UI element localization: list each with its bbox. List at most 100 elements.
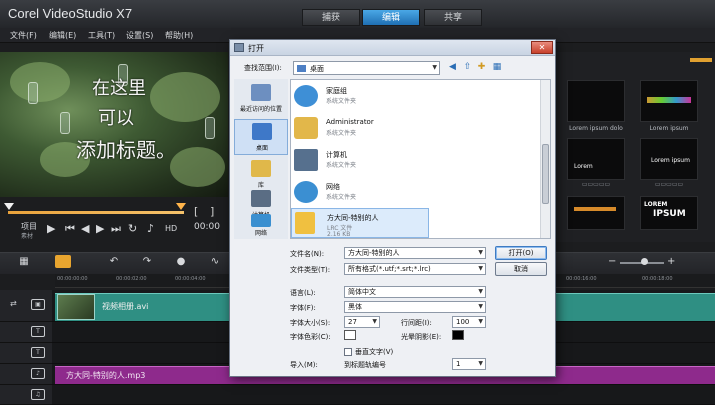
- chevron-down-icon[interactable]: ▼: [478, 287, 483, 297]
- tab-share[interactable]: 共享: [424, 9, 482, 26]
- ruler-tick: 00:00:18:00: [642, 276, 673, 282]
- file-list-scrollbar[interactable]: [540, 80, 550, 238]
- mark-in-button[interactable]: [: [194, 205, 198, 218]
- title-template-3[interactable]: Lorem: [567, 138, 625, 180]
- audio-clip-name: 方大同-特别的人.mp3: [66, 371, 146, 380]
- title-track-number-dropdown[interactable]: 1 ▼: [452, 358, 486, 370]
- view-menu-icon[interactable]: ▦: [490, 62, 504, 73]
- recent-places-icon: [251, 84, 271, 101]
- open-button[interactable]: 打开(O): [495, 246, 547, 260]
- record-capture-icon[interactable]: ●: [174, 256, 188, 268]
- overlay-track-icon[interactable]: T: [31, 326, 45, 337]
- video-clip-thumbnail: [57, 294, 95, 320]
- music-track-icon[interactable]: ♫: [31, 389, 45, 400]
- menu-settings[interactable]: 设置(S): [126, 30, 153, 41]
- list-item-selected[interactable]: 方大同-特别的人 LRC 文件 2.16 KB: [291, 208, 429, 238]
- title-bar: Corel VideoStudio X7 捕获 编辑 共享: [0, 0, 715, 28]
- menu-help[interactable]: 帮助(H): [165, 30, 193, 41]
- chevron-down-icon[interactable]: ▼: [478, 359, 483, 369]
- video-track-icon[interactable]: ▣: [31, 299, 45, 310]
- video-clip-name: 视频相册.avi: [102, 302, 149, 311]
- menu-edit[interactable]: 编辑(E): [49, 30, 76, 41]
- list-item[interactable]: 计算机 系统文件夹: [291, 146, 539, 176]
- line-spacing-dropdown[interactable]: 100 ▼: [452, 316, 486, 328]
- title-template-4[interactable]: Lorem ipsum: [640, 138, 698, 180]
- chevron-down-icon[interactable]: ▼: [478, 264, 483, 274]
- chevron-down-icon[interactable]: ▼: [432, 64, 437, 71]
- title-template-2[interactable]: [640, 80, 698, 122]
- close-icon[interactable]: ✕: [531, 41, 553, 54]
- shadow-color-swatch[interactable]: [452, 330, 464, 340]
- end-icon[interactable]: ⏭: [111, 223, 121, 234]
- font-color-swatch[interactable]: [344, 330, 356, 340]
- file-name: Administrator: [326, 118, 374, 126]
- zoom-slider-handle[interactable]: [641, 258, 648, 265]
- play-icon[interactable]: ▶: [47, 223, 55, 234]
- file-list[interactable]: 家庭组 系统文件夹 Administrator 系统文件夹 计算机 系统文件夹 …: [290, 79, 551, 239]
- place-recent[interactable]: 最近访问的位置: [234, 81, 288, 117]
- app-title: Corel VideoStudio X7: [8, 6, 133, 21]
- undo-icon[interactable]: ↶: [107, 256, 121, 268]
- file-size: 2.16 KB: [327, 231, 351, 238]
- back-icon[interactable]: ◀: [447, 62, 458, 73]
- place-desktop[interactable]: 桌面: [234, 119, 288, 155]
- import-to-title-track-label: 到标题轨编号: [344, 361, 386, 369]
- preview-title-line-1: 在这里: [92, 78, 146, 99]
- filename-field[interactable]: 方大同-特别的人 ▼: [344, 247, 486, 259]
- chevron-down-icon[interactable]: ▼: [372, 317, 377, 327]
- title-template-5[interactable]: [567, 196, 625, 230]
- filetype-dropdown[interactable]: 所有格式(*.utf;*.srt;*.lrc) ▼: [344, 263, 486, 275]
- timeline-view-button[interactable]: [55, 255, 71, 268]
- up-folder-icon[interactable]: ⇧: [462, 62, 473, 73]
- menu-tools[interactable]: 工具(T): [88, 30, 115, 41]
- list-item[interactable]: Administrator 系统文件夹: [291, 114, 539, 144]
- cancel-button[interactable]: 取消: [495, 262, 547, 276]
- clip-mode-label[interactable]: 素材: [21, 231, 33, 240]
- voice-track-icon[interactable]: ♪: [31, 368, 45, 379]
- mark-out-button[interactable]: ]: [210, 205, 214, 218]
- scrubber-start-handle[interactable]: [4, 203, 14, 210]
- prev-frame-icon[interactable]: ◀: [81, 223, 89, 234]
- preview-scrubber[interactable]: [4, 203, 186, 215]
- font-dropdown[interactable]: 黑体 ▼: [344, 301, 486, 313]
- language-label: 语言(L):: [290, 289, 316, 297]
- line-spacing-label: 行间距(I):: [401, 319, 432, 327]
- audio-mixer-icon[interactable]: ∿: [208, 256, 222, 268]
- place-label: 最近访问的位置: [239, 106, 282, 113]
- title-template-6[interactable]: LOREM IPSUM: [640, 196, 698, 230]
- scrollbar-thumb[interactable]: [542, 144, 549, 204]
- menu-file[interactable]: 文件(F): [10, 30, 37, 41]
- chevron-down-icon[interactable]: ▼: [478, 317, 483, 327]
- zoom-out-icon[interactable]: −: [608, 256, 616, 267]
- hd-toggle[interactable]: HD: [165, 224, 177, 233]
- zoom-in-icon[interactable]: +: [667, 256, 675, 267]
- tab-capture[interactable]: 捕获: [302, 9, 360, 26]
- storyboard-view-icon[interactable]: ▦: [17, 256, 31, 268]
- title-template-1[interactable]: [567, 80, 625, 122]
- repeat-icon[interactable]: ↻: [128, 223, 137, 234]
- language-dropdown[interactable]: 简体中文 ▼: [344, 286, 486, 298]
- next-frame-icon[interactable]: ▶: [96, 223, 104, 234]
- chevron-down-icon[interactable]: ▼: [478, 248, 483, 258]
- new-folder-icon[interactable]: ✚: [476, 62, 487, 73]
- music-track-lane[interactable]: [52, 385, 715, 405]
- home-icon[interactable]: ⏮: [65, 223, 75, 234]
- look-in-value: 桌面: [310, 65, 324, 73]
- look-in-dropdown[interactable]: 桌面 ▼: [293, 61, 440, 75]
- scrubber-end-handle[interactable]: [176, 203, 186, 210]
- vertical-text-checkbox[interactable]: [344, 348, 352, 356]
- chevron-down-icon[interactable]: ▼: [478, 302, 483, 312]
- list-item[interactable]: 家庭组 系统文件夹: [291, 82, 539, 112]
- redo-icon[interactable]: ↷: [140, 256, 154, 268]
- title-track-icon[interactable]: T: [31, 347, 45, 358]
- track-manager-icon[interactable]: ⇄: [10, 299, 17, 308]
- tab-edit[interactable]: 编辑: [362, 9, 420, 26]
- volume-icon[interactable]: ♪: [147, 223, 154, 234]
- file-name: 网络: [326, 183, 340, 191]
- dialog-title-bar[interactable]: 打开 ✕: [230, 40, 555, 56]
- place-network[interactable]: 网络: [234, 211, 288, 239]
- list-item[interactable]: 网络 系统文件夹: [291, 178, 539, 208]
- font-size-dropdown[interactable]: 27 ▼: [344, 316, 380, 328]
- filetype-value: 所有格式(*.utf;*.srt;*.lrc): [348, 265, 431, 273]
- timecode-display[interactable]: 00:00: [194, 222, 220, 232]
